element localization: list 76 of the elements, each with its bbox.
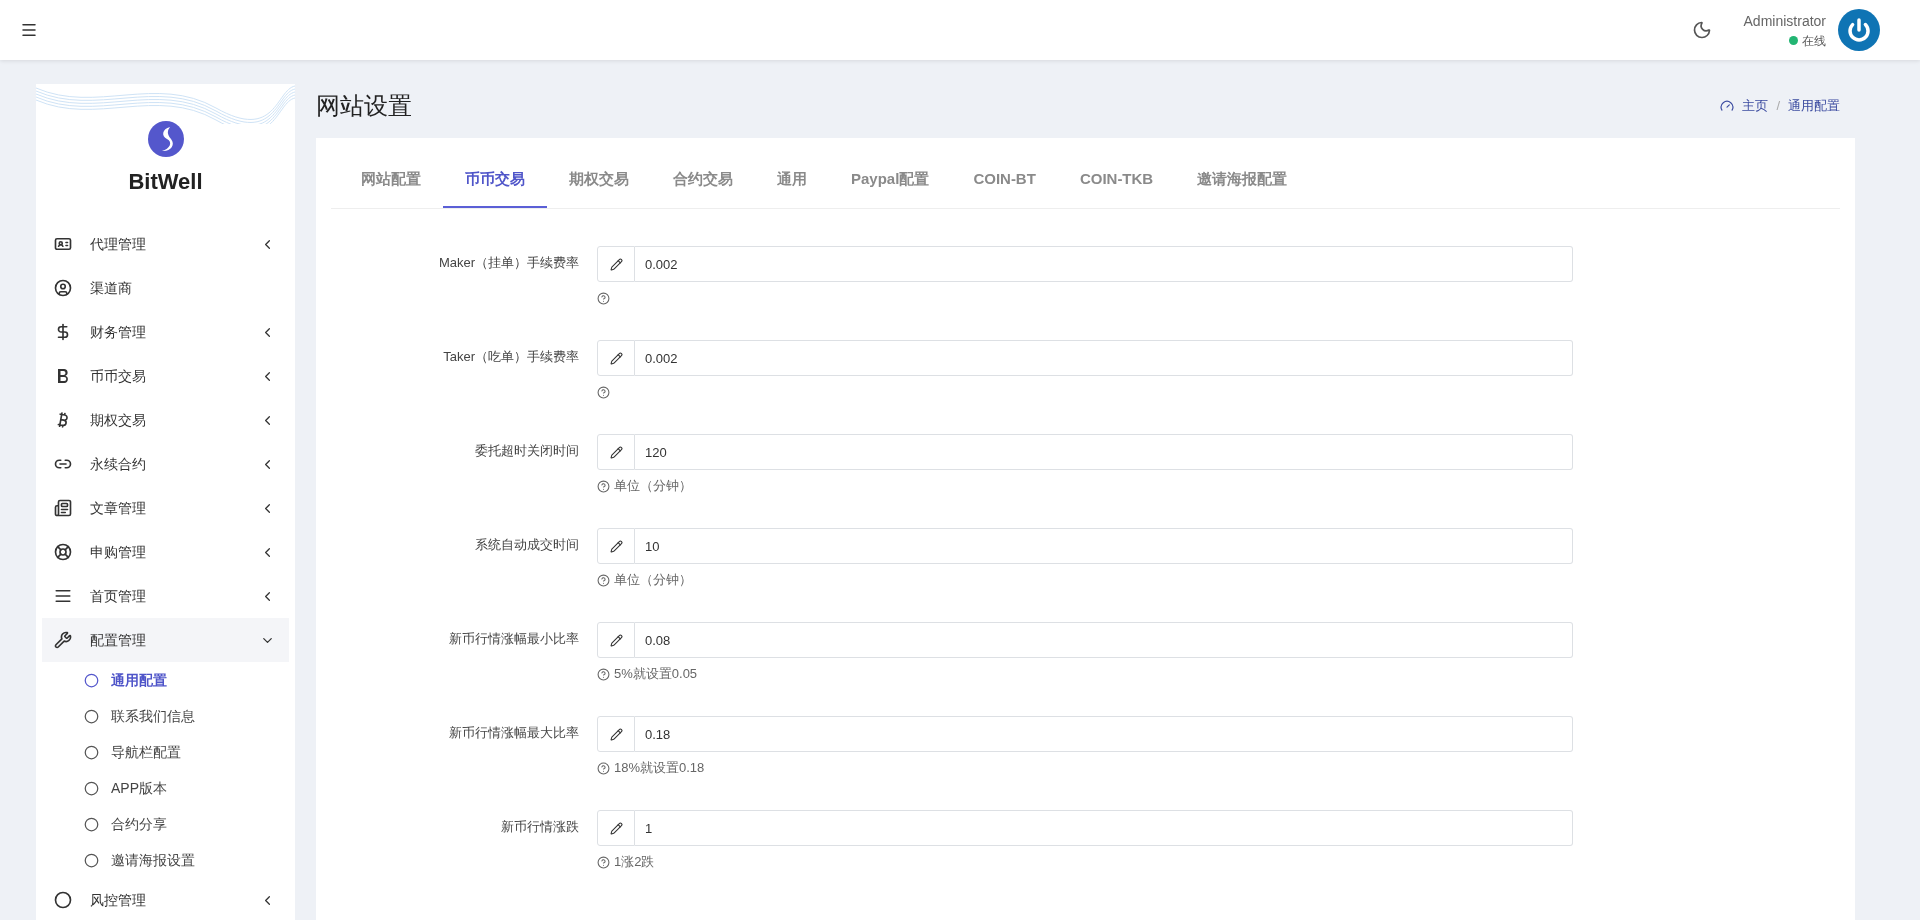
- help-icon: [597, 667, 610, 681]
- help-icon: [597, 385, 610, 399]
- pencil-icon: [609, 539, 623, 553]
- brand-name: BitWell: [128, 168, 203, 196]
- help-text: 1涨2跌: [614, 853, 655, 872]
- circle-icon: [84, 780, 99, 796]
- status-text: 在线: [1802, 32, 1826, 50]
- sidebar-item[interactable]: 申购管理: [42, 530, 289, 574]
- breadcrumb-separator: /: [1776, 97, 1780, 116]
- user-icon: [54, 279, 72, 297]
- submenu-item[interactable]: 邀请海报设置: [42, 842, 289, 878]
- input-field[interactable]: 10: [635, 528, 1573, 564]
- submenu-item[interactable]: 联系我们信息: [42, 698, 289, 734]
- circle-icon: [84, 672, 99, 688]
- sidebar-item[interactable]: 文章管理: [42, 486, 289, 530]
- help-icon: [597, 573, 610, 587]
- submenu-item[interactable]: APP版本: [42, 770, 289, 806]
- field-label: 新币行情涨跌: [500, 818, 580, 836]
- input-field[interactable]: 0.08: [635, 622, 1573, 658]
- sidebar-item[interactable]: 币币交易: [42, 354, 289, 398]
- help-text: 5%就设置0.05: [614, 665, 698, 684]
- pencil-icon: [609, 257, 623, 271]
- circle-icon: [84, 744, 99, 760]
- breadcrumb-link[interactable]: 主页: [1742, 96, 1769, 116]
- id-card-icon: [54, 235, 72, 253]
- help-text: 单位（分钟）: [614, 571, 692, 590]
- pencil-icon: [609, 821, 623, 835]
- breadcrumb-link[interactable]: 通用配置: [1788, 96, 1840, 116]
- field-label: 系统自动成交时间: [474, 536, 580, 554]
- sidebar-item[interactable]: 配置管理: [42, 618, 289, 662]
- submenu-item[interactable]: 合约分享: [42, 806, 289, 842]
- help-icon: [597, 479, 610, 493]
- input-field[interactable]: 120: [635, 434, 1573, 470]
- wrench-icon: [54, 631, 72, 649]
- input-field[interactable]: 0.18: [635, 716, 1573, 752]
- user-name: Administrator: [1743, 11, 1826, 31]
- page-title: 网站设置: [316, 91, 413, 121]
- field-label: Taker（吃单）手续费率: [442, 348, 580, 366]
- circle-icon: [84, 708, 99, 724]
- field-label: 新币行情涨幅最小比率: [448, 630, 580, 648]
- menu-button[interactable]: [20, 21, 38, 39]
- logo-icon: [147, 121, 184, 157]
- pencil-icon: [609, 351, 623, 365]
- sidebar-item[interactable]: 期权交易: [42, 398, 289, 442]
- field-label: Maker（挂单）手续费率: [437, 254, 580, 272]
- input-field[interactable]: 1: [635, 810, 1573, 846]
- avatar-power-icon[interactable]: [1838, 9, 1880, 51]
- field-label: 新币行情涨幅最大比率: [448, 724, 580, 742]
- tab[interactable]: 币币交易: [443, 152, 547, 208]
- pencil-icon: [609, 727, 623, 741]
- sidebar-item[interactable]: 风控管理: [42, 878, 289, 920]
- newspaper-icon: [54, 499, 72, 517]
- sidebar-item[interactable]: 代理管理: [42, 222, 289, 266]
- lifebuoy-icon: [54, 543, 72, 561]
- submenu-item[interactable]: 导航栏配置: [42, 734, 289, 770]
- dashboard-icon: [1720, 99, 1735, 113]
- lines-icon: [54, 587, 72, 605]
- sidebar-item[interactable]: 财务管理: [42, 310, 289, 354]
- help-text: 单位（分钟）: [614, 477, 692, 496]
- input-field[interactable]: 0.002: [635, 246, 1573, 282]
- circle-icon: [54, 891, 72, 909]
- submenu-item[interactable]: 通用配置: [42, 662, 289, 698]
- field-label: 委托超时关闭时间: [474, 442, 580, 460]
- sidebar-item[interactable]: 首页管理: [42, 574, 289, 618]
- dark-mode-button[interactable]: [1691, 20, 1712, 40]
- help-icon: [597, 855, 610, 869]
- help-icon: [597, 761, 610, 775]
- circle-icon: [84, 852, 99, 868]
- help-text: 18%就设置0.18: [614, 759, 705, 778]
- input-field[interactable]: 0.002: [635, 340, 1573, 376]
- sidebar-item[interactable]: 永续合约: [42, 442, 289, 486]
- circle-icon: [84, 816, 99, 832]
- pencil-icon: [609, 633, 623, 647]
- help-icon: [597, 291, 610, 305]
- pencil-icon: [609, 445, 623, 459]
- sidebar-item[interactable]: 渠道商: [42, 266, 289, 310]
